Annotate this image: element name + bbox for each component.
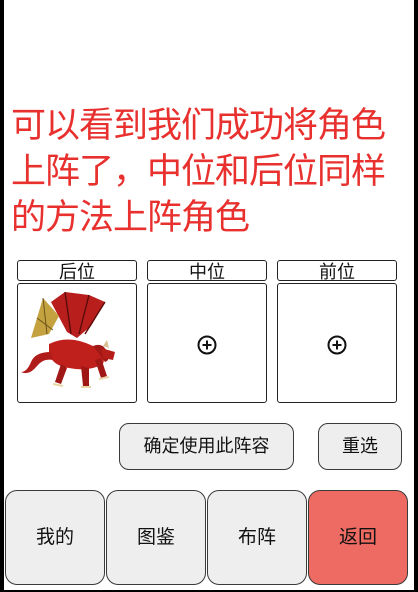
confirm-lineup-button[interactable]: 确定使用此阵容 xyxy=(119,423,294,470)
add-circle-icon xyxy=(327,335,347,355)
slot-label-middle: 中位 xyxy=(147,260,267,281)
nav-formation-button[interactable]: 布阵 xyxy=(207,490,307,585)
dragon-character-icon xyxy=(21,291,115,388)
slot-middle[interactable] xyxy=(147,283,267,403)
game-screen: 可以看到我们成功将角色上阵了，中位和后位同样的方法上阵角色 后位 中位 前位 确… xyxy=(4,0,414,590)
slot-label-front: 前位 xyxy=(277,260,397,281)
slot-back[interactable] xyxy=(17,283,137,403)
reselect-button[interactable]: 重选 xyxy=(318,423,402,470)
nav-my-button[interactable]: 我的 xyxy=(5,490,105,585)
add-circle-icon xyxy=(197,335,217,355)
slot-label-back: 后位 xyxy=(17,260,137,281)
nav-collection-button[interactable]: 图鉴 xyxy=(106,490,206,585)
slot-front[interactable] xyxy=(277,283,397,403)
back-button[interactable]: 返回 xyxy=(308,490,408,585)
instruction-text: 可以看到我们成功将角色上阵了，中位和后位同样的方法上阵角色 xyxy=(11,106,386,238)
